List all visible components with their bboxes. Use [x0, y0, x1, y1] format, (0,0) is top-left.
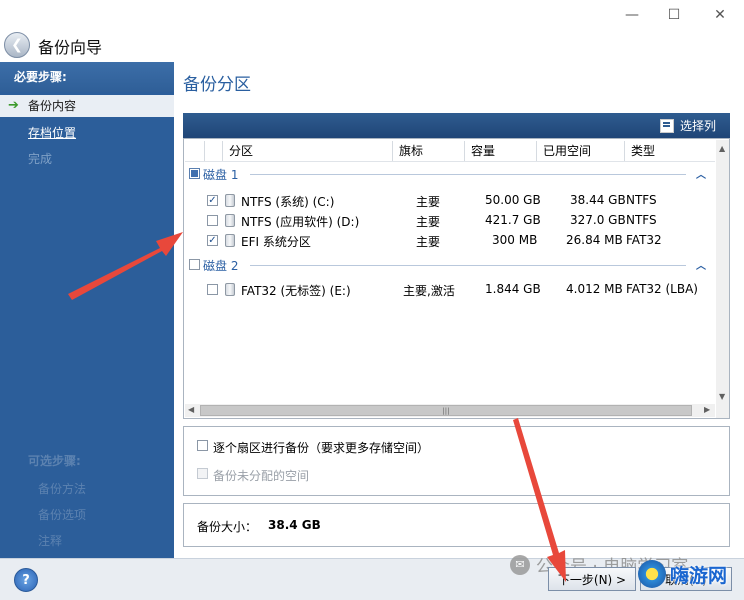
disk1-checkbox[interactable]: [189, 168, 200, 179]
wizard-header: [0, 30, 744, 62]
sidebar: [0, 62, 174, 558]
sidebar-item-backup-options[interactable]: 备份选项: [38, 506, 86, 523]
maximize-button[interactable]: ☐: [654, 0, 694, 30]
backup-size-panel: [183, 503, 730, 547]
partition-efi-type: FAT32: [626, 233, 662, 247]
scroll-up-icon[interactable]: ▲: [719, 144, 725, 153]
scroll-left-icon[interactable]: ◀: [188, 405, 194, 414]
sidebar-item-backup-content[interactable]: 备份内容: [0, 95, 174, 117]
next-button[interactable]: 下一步(N) >: [548, 567, 636, 591]
brand-logo-icon: [638, 560, 666, 588]
partition-table: [183, 138, 730, 419]
drive-icon: [225, 214, 235, 227]
sidebar-item-backup-method[interactable]: 备份方法: [38, 480, 86, 497]
partition-c-flags: 主要: [416, 195, 441, 209]
optional-steps-heading: 可选步骤:: [28, 454, 81, 468]
partition-d-name: NTFS (应用软件) (D:): [241, 215, 360, 229]
partition-e-used: 4.012 MB: [566, 282, 623, 296]
partition-d-checkbox[interactable]: [207, 215, 218, 226]
partition-e-flags: 主要,激活: [403, 284, 455, 298]
select-columns-label: 选择列: [680, 119, 717, 133]
partition-e-name: FAT32 (无标签) (E:): [241, 284, 351, 298]
column-header-flags[interactable]: 旗标: [393, 141, 465, 161]
close-button[interactable]: ✕: [700, 0, 740, 30]
disk2-divider: [250, 265, 686, 266]
sector-by-sector-label: 逐个扇区进行备份（要求更多存储空间）: [213, 441, 430, 455]
partition-d-type: NTFS: [626, 213, 657, 227]
partition-e-checkbox[interactable]: [207, 284, 218, 295]
partition-e-capacity: 1.844 GB: [485, 282, 541, 296]
drive-icon: [225, 194, 235, 207]
column-header-used[interactable]: 已用空间: [537, 141, 625, 161]
partition-panel-header: [183, 113, 730, 138]
unallocated-checkbox: [197, 468, 208, 479]
disk1-label: 磁盘 1: [203, 168, 239, 182]
sector-by-sector-checkbox[interactable]: [197, 440, 208, 451]
partition-efi-used: 26.84 MB: [566, 233, 623, 247]
partition-d-capacity: 421.7 GB: [485, 213, 541, 227]
page-title: 备份分区: [183, 75, 251, 95]
sidebar-item-finish: 完成: [28, 152, 53, 166]
partition-c-type: NTFS: [626, 193, 657, 207]
partition-efi-name: EFI 系统分区: [241, 235, 311, 249]
options-panel: [183, 426, 730, 496]
disk2-collapse-icon[interactable]: ︿: [696, 257, 706, 272]
partition-efi-flags: 主要: [416, 235, 441, 249]
column-header-check: [185, 141, 205, 161]
select-columns-button[interactable]: 选择列: [660, 117, 716, 134]
current-step-arrow-icon: ➔: [8, 98, 19, 113]
partition-efi-capacity: 300 MB: [492, 233, 538, 247]
partition-c-name: NTFS (系统) (C:): [241, 195, 335, 209]
scroll-right-icon[interactable]: ▶: [704, 405, 710, 414]
column-header-icon: [205, 141, 223, 161]
required-steps-heading: 必要步骤:: [0, 62, 174, 92]
minimize-button[interactable]: —: [612, 0, 652, 30]
backup-size-label: 备份大小：: [197, 520, 258, 534]
partition-c-capacity: 50.00 GB: [485, 193, 541, 207]
wechat-icon: ✉: [510, 554, 530, 575]
horizontal-scroll-thumb[interactable]: |||: [200, 405, 692, 416]
column-header-capacity[interactable]: 容量: [465, 141, 537, 161]
sidebar-item-archive-location[interactable]: 存档位置: [28, 124, 76, 141]
sidebar-item-comments[interactable]: 注释: [38, 532, 62, 549]
brand-text: 嗨游网: [670, 564, 728, 587]
window-title: 备份向导: [38, 38, 103, 57]
back-arrow-icon[interactable]: ❮: [4, 32, 30, 58]
partition-d-flags: 主要: [416, 215, 441, 229]
partition-c-used: 38.44 GB: [570, 193, 626, 207]
drive-icon: [225, 283, 235, 296]
backup-size-value: 38.4 GB: [268, 518, 321, 532]
column-header-partition[interactable]: 分区: [223, 141, 393, 161]
column-header-type[interactable]: 类型: [625, 141, 715, 161]
disk2-checkbox[interactable]: [189, 259, 200, 270]
partition-d-used: 327.0 GB: [570, 213, 626, 227]
disk2-label: 磁盘 2: [203, 259, 239, 273]
partition-efi-checkbox[interactable]: [207, 235, 218, 246]
scroll-down-icon[interactable]: ▼: [719, 392, 725, 401]
vertical-scrollbar[interactable]: [716, 140, 729, 418]
disk1-divider: [250, 174, 686, 175]
partition-c-checkbox[interactable]: [207, 195, 218, 206]
unallocated-label: 备份未分配的空间: [213, 469, 310, 483]
partition-e-type: FAT32 (LBA): [626, 282, 698, 296]
columns-icon: [660, 118, 674, 133]
disk1-collapse-icon[interactable]: ︿: [696, 166, 706, 181]
help-icon[interactable]: ?: [14, 568, 38, 592]
brand-watermark: 嗨游网: [638, 560, 727, 588]
drive-icon: [225, 234, 235, 247]
